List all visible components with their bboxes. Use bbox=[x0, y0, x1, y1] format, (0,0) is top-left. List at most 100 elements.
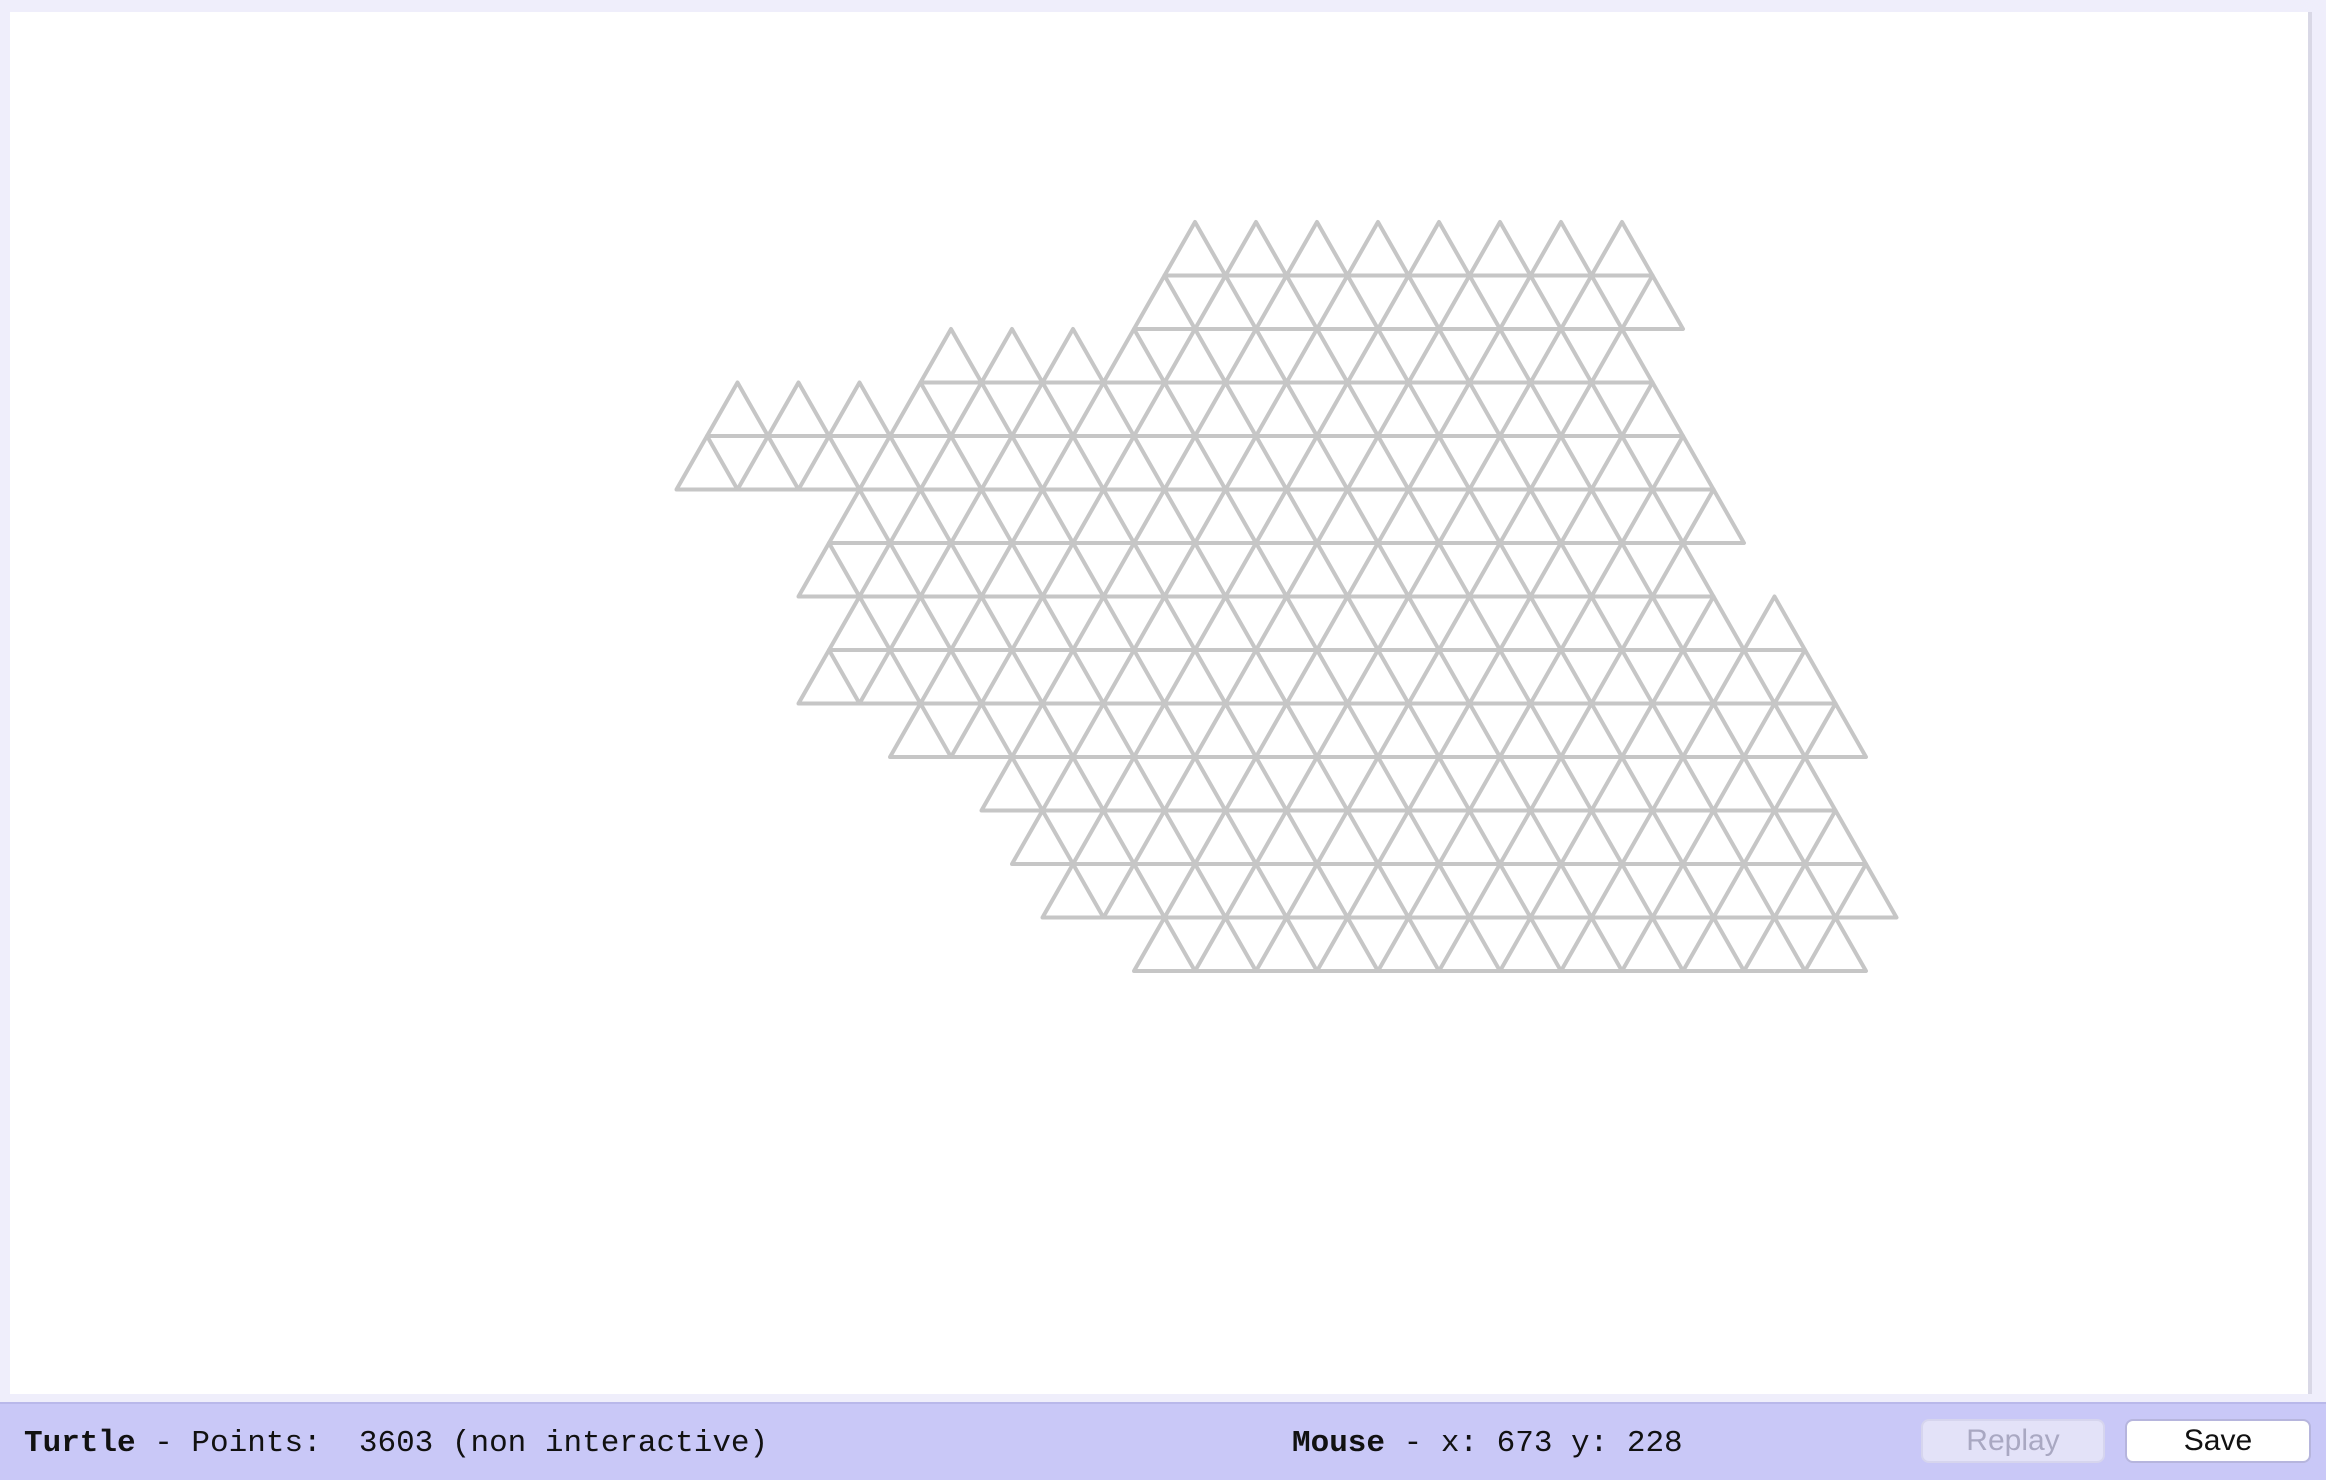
save-button[interactable]: Save bbox=[2125, 1419, 2311, 1463]
triangle-25 bbox=[1223, 327, 1289, 385]
triangle-167 bbox=[1559, 808, 1624, 866]
triangle-131 bbox=[1071, 701, 1136, 759]
turtle-window: Turtle - Points: 3603 (non interactive) … bbox=[0, 0, 2326, 1480]
triangle-144 bbox=[979, 755, 1045, 813]
triangle-171 bbox=[1803, 808, 1868, 866]
triangle-74 bbox=[1376, 487, 1441, 545]
triangle-168 bbox=[1620, 808, 1685, 866]
triangle-93 bbox=[1589, 541, 1655, 599]
triangle-160 bbox=[1132, 808, 1197, 866]
triangle-161 bbox=[1193, 808, 1258, 866]
triangle-135 bbox=[1315, 701, 1380, 759]
triangle-32 bbox=[705, 380, 770, 438]
triangle-165 bbox=[1437, 808, 1502, 866]
triangle-41 bbox=[1254, 380, 1319, 438]
triangle-10 bbox=[1589, 220, 1655, 278]
triangle-120 bbox=[1345, 648, 1411, 706]
triangle-107 bbox=[1559, 594, 1624, 652]
triangle-65 bbox=[827, 487, 892, 545]
triangle-30 bbox=[1528, 327, 1594, 385]
triangle-189 bbox=[1315, 915, 1380, 973]
triangle-3 bbox=[1162, 220, 1228, 278]
triangle-127 bbox=[1772, 648, 1838, 706]
drawing-canvas[interactable] bbox=[10, 12, 2312, 1394]
triangle-27 bbox=[1345, 327, 1411, 385]
status-bar: Turtle - Points: 3603 (non interactive) … bbox=[0, 1402, 2326, 1480]
triangle-50 bbox=[796, 434, 862, 492]
triangle-9 bbox=[1528, 220, 1594, 278]
triangle-11 bbox=[1132, 273, 1197, 331]
triangle-184 bbox=[1772, 862, 1838, 920]
triangle-66 bbox=[888, 487, 953, 545]
triangle-146 bbox=[1101, 755, 1167, 813]
triangle-60 bbox=[1406, 434, 1472, 492]
triangle-114 bbox=[979, 648, 1045, 706]
triangle-86 bbox=[1162, 541, 1228, 599]
triangle-156 bbox=[1711, 755, 1777, 813]
triangle-128 bbox=[888, 701, 953, 759]
triangle-97 bbox=[949, 594, 1014, 652]
triangle-26 bbox=[1284, 327, 1350, 385]
triangle-153 bbox=[1528, 755, 1594, 813]
triangle-158 bbox=[1010, 808, 1075, 866]
triangle-100 bbox=[1132, 594, 1197, 652]
triangle-23 bbox=[1101, 327, 1167, 385]
triangle-101 bbox=[1193, 594, 1258, 652]
triangle-179 bbox=[1467, 862, 1533, 920]
triangle-181 bbox=[1589, 862, 1655, 920]
triangle-24 bbox=[1162, 327, 1228, 385]
triangle-140 bbox=[1620, 701, 1685, 759]
triangle-84 bbox=[1040, 541, 1106, 599]
triangle-126 bbox=[1711, 648, 1777, 706]
triangle-177 bbox=[1345, 862, 1411, 920]
triangle-64 bbox=[1650, 434, 1716, 492]
triangle-105 bbox=[1437, 594, 1502, 652]
triangle-55 bbox=[1101, 434, 1167, 492]
triangle-12 bbox=[1193, 273, 1258, 331]
triangle-164 bbox=[1376, 808, 1441, 866]
mouse-status: Mouse - x: 673 y: 228 bbox=[1292, 1426, 1683, 1461]
triangle-33 bbox=[766, 380, 831, 438]
triangle-116 bbox=[1101, 648, 1167, 706]
triangle-44 bbox=[1437, 380, 1502, 438]
triangle-122 bbox=[1467, 648, 1533, 706]
triangle-173 bbox=[1101, 862, 1167, 920]
triangle-19 bbox=[1620, 273, 1685, 331]
triangle-63 bbox=[1589, 434, 1655, 492]
triangle-124 bbox=[1589, 648, 1655, 706]
triangle-36 bbox=[949, 380, 1014, 438]
triangle-59 bbox=[1345, 434, 1411, 492]
triangle-174 bbox=[1162, 862, 1228, 920]
triangle-17 bbox=[1498, 273, 1563, 331]
triangle-39 bbox=[1132, 380, 1197, 438]
triangle-91 bbox=[1467, 541, 1533, 599]
triangle-35 bbox=[888, 380, 953, 438]
triangle-61 bbox=[1467, 434, 1533, 492]
triangle-163 bbox=[1315, 808, 1380, 866]
triangle-195 bbox=[1681, 915, 1746, 973]
triangle-42 bbox=[1315, 380, 1380, 438]
triangle-56 bbox=[1162, 434, 1228, 492]
triangle-95 bbox=[827, 594, 892, 652]
triangle-155 bbox=[1650, 755, 1716, 813]
triangle-8 bbox=[1467, 220, 1533, 278]
triangle-142 bbox=[1742, 701, 1807, 759]
triangle-20 bbox=[918, 327, 984, 385]
triangle-37 bbox=[1010, 380, 1075, 438]
triangle-118 bbox=[1223, 648, 1289, 706]
triangle-22 bbox=[1040, 327, 1106, 385]
triangle-85 bbox=[1101, 541, 1167, 599]
triangle-194 bbox=[1620, 915, 1685, 973]
replay-button[interactable]: Replay bbox=[1921, 1419, 2105, 1463]
triangle-172 bbox=[1040, 862, 1106, 920]
triangle-29 bbox=[1467, 327, 1533, 385]
triangle-98 bbox=[1010, 594, 1075, 652]
triangle-77 bbox=[1559, 487, 1624, 545]
triangle-170 bbox=[1742, 808, 1807, 866]
triangle-87 bbox=[1223, 541, 1289, 599]
triangle-150 bbox=[1345, 755, 1411, 813]
triangle-132 bbox=[1132, 701, 1197, 759]
triangle-78 bbox=[1620, 487, 1685, 545]
triangle-96 bbox=[888, 594, 953, 652]
triangle-90 bbox=[1406, 541, 1472, 599]
